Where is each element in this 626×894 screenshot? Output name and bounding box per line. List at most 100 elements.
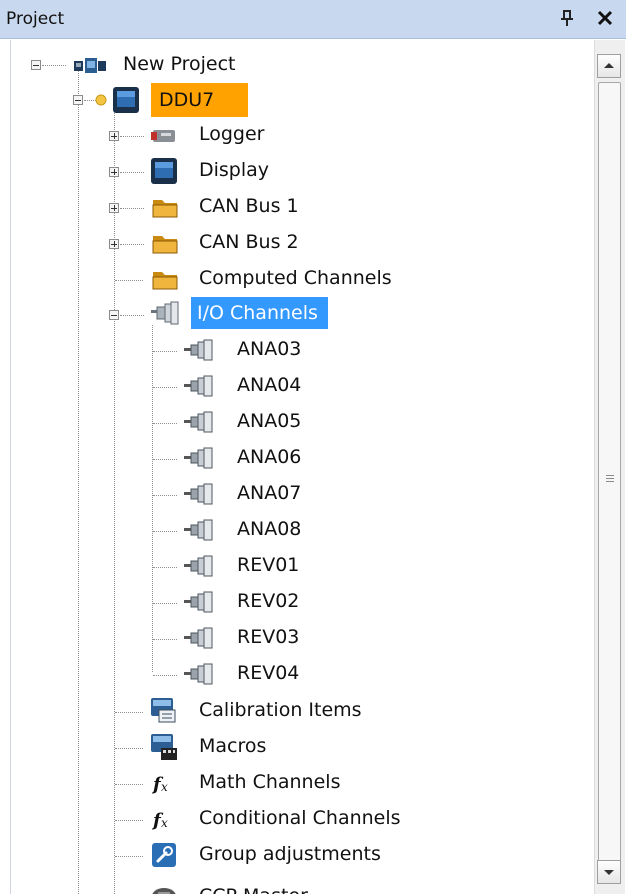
panel-title-bar: Project — [0, 0, 626, 39]
io-channel-item[interactable]: ANA03 — [11, 333, 311, 365]
expand-toggle[interactable] — [109, 131, 119, 141]
folder-icon — [152, 236, 178, 254]
connector-icon — [184, 411, 213, 433]
tree-node-conditional-channels[interactable]: f x Conditional Channels — [11, 802, 401, 834]
thumb-grip — [606, 475, 614, 476]
close-icon[interactable] — [596, 8, 614, 28]
tree-node-device[interactable]: DDU7 — [11, 82, 311, 118]
macros-label: Macros — [199, 735, 267, 757]
connector-icon — [184, 519, 213, 541]
io-channel-label: REV01 — [237, 554, 300, 576]
connector-icon — [184, 627, 213, 649]
io-channel-item[interactable]: REV02 — [11, 585, 311, 617]
can-bus-1-label: CAN Bus 1 — [199, 195, 299, 217]
tree-branch — [115, 856, 143, 857]
tree-branch — [115, 820, 143, 821]
arrow-down-icon — [604, 870, 614, 875]
collapse-toggle[interactable] — [73, 95, 83, 105]
connector-icon — [184, 447, 213, 469]
tree-node-io-channels[interactable]: I/O Channels — [11, 296, 331, 329]
tree-branch — [115, 784, 143, 785]
io-channel-label: ANA04 — [237, 374, 302, 396]
expand-toggle[interactable] — [109, 239, 119, 249]
folder-icon — [152, 200, 178, 218]
device-label: DDU7 — [151, 83, 249, 117]
connector-icon — [184, 483, 213, 505]
tree-branch — [153, 459, 177, 460]
tree-branch — [120, 244, 144, 245]
tree-branch — [153, 675, 177, 676]
connector-icon — [184, 663, 213, 685]
io-channel-item[interactable]: REV01 — [11, 549, 311, 581]
io-channel-label: ANA03 — [237, 338, 302, 360]
tree-node-calibration-items[interactable]: Calibration Items — [11, 694, 362, 726]
tree-branch — [115, 280, 143, 281]
logger-label: Logger — [199, 123, 265, 145]
io-channel-item[interactable]: ANA05 — [11, 405, 311, 437]
can-bus-2-label: CAN Bus 2 — [199, 231, 299, 253]
conditional-channels-label: Conditional Channels — [199, 807, 401, 829]
svg-text:x: x — [161, 816, 168, 830]
tree-branch — [153, 531, 177, 532]
tree-branch — [153, 423, 177, 424]
io-channel-item[interactable]: ANA06 — [11, 441, 311, 473]
scroll-up-button[interactable] — [597, 54, 621, 78]
thumb-grip — [606, 481, 614, 482]
group-adjustments-label: Group adjustments — [199, 843, 381, 865]
io-channel-item[interactable]: ANA07 — [11, 477, 311, 509]
computed-channels-label: Computed Channels — [199, 267, 392, 289]
io-channel-item[interactable]: REV04 — [11, 657, 311, 689]
project-panel: Project New Project DDU7 Logger Display … — [0, 0, 626, 894]
connector-icon — [184, 591, 213, 613]
tree-node-computed-channels[interactable]: Computed Channels — [11, 262, 392, 294]
scrollbar-thumb[interactable] — [598, 82, 621, 874]
tree-branch — [153, 603, 177, 604]
io-channel-item[interactable]: ANA08 — [11, 513, 311, 545]
tree-node-logger[interactable]: Logger — [11, 118, 311, 150]
tree-branch — [120, 208, 144, 209]
project-icon — [74, 58, 106, 73]
expand-toggle[interactable] — [109, 203, 119, 213]
tree-node-group-adjustments[interactable]: Group adjustments — [11, 838, 381, 870]
tree-branch — [115, 748, 143, 749]
expand-toggle[interactable] — [109, 167, 119, 177]
io-channel-item[interactable]: ANA04 — [11, 369, 311, 401]
collapse-toggle[interactable] — [31, 60, 41, 70]
tree-branch — [153, 495, 177, 496]
tree-node-ccp-master[interactable]: CCP Master — [11, 874, 311, 894]
ccp-master-label: CCP Master — [199, 884, 308, 894]
vertical-scrollbar[interactable] — [594, 40, 625, 894]
tree-branch — [42, 65, 66, 66]
tree-node-math-channels[interactable]: f x Math Channels — [11, 766, 340, 798]
tree-node-can-bus-2[interactable]: CAN Bus 2 — [11, 226, 311, 258]
pin-icon[interactable] — [558, 8, 576, 28]
folder-icon — [152, 272, 178, 290]
tree-branch — [153, 639, 177, 640]
tree-branch — [120, 172, 144, 173]
io-channel-label: ANA08 — [237, 518, 302, 540]
tree-branch — [153, 387, 177, 388]
io-channel-label: ANA07 — [237, 482, 302, 504]
tree-node-root[interactable]: New Project — [11, 48, 311, 80]
thumb-grip — [606, 478, 614, 479]
arrow-up-icon — [604, 63, 614, 68]
tree-branch — [153, 567, 177, 568]
tree-branch — [120, 315, 144, 316]
tree-branch — [115, 712, 143, 713]
ccp-master-icon — [152, 888, 176, 894]
tree-branch — [153, 351, 177, 352]
io-channel-item[interactable]: REV03 — [11, 621, 311, 653]
tree-node-macros[interactable]: Macros — [11, 730, 311, 762]
connector-icon — [184, 339, 213, 361]
tree-node-can-bus-1[interactable]: CAN Bus 1 — [11, 190, 311, 222]
io-channel-label: ANA05 — [237, 410, 302, 432]
calibration-items-label: Calibration Items — [199, 699, 362, 721]
collapse-toggle[interactable] — [109, 310, 119, 320]
scroll-down-button[interactable] — [597, 860, 621, 884]
tree-node-display[interactable]: Display — [11, 154, 311, 186]
wrench-icon — [152, 843, 176, 867]
io-channels-label: I/O Channels — [191, 297, 328, 329]
io-channel-label: REV04 — [237, 662, 300, 684]
io-channel-label: ANA06 — [237, 446, 302, 468]
root-label: New Project — [123, 53, 236, 75]
